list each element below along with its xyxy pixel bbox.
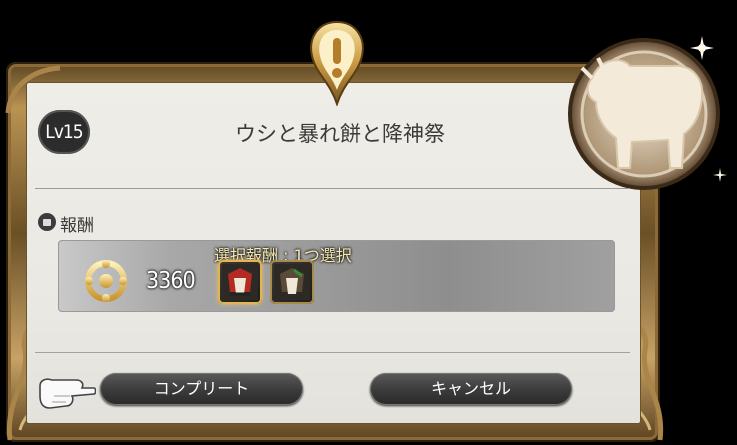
armor-item-icon xyxy=(274,264,310,300)
gil-amount: 3360 xyxy=(146,268,196,294)
armor-item-icon xyxy=(222,264,258,300)
reward-item-2[interactable] xyxy=(270,260,314,304)
rewards-label: 報酬 xyxy=(60,216,94,236)
level-badge: Lv15 xyxy=(38,110,90,154)
quest-title: ウシと暴れ餅と降神祭 xyxy=(235,122,445,146)
cow-icon xyxy=(568,36,727,190)
exclamation-quest-icon xyxy=(310,20,364,106)
reward-bag-icon xyxy=(38,213,56,231)
gil-icon xyxy=(85,260,127,302)
complete-button[interactable]: コンプリート xyxy=(100,373,303,405)
bottom-divider xyxy=(35,352,630,353)
cancel-button[interactable]: キャンセル xyxy=(370,373,572,405)
reward-item-1[interactable] xyxy=(218,260,262,304)
pointing-hand-cursor-icon xyxy=(39,378,96,409)
title-divider xyxy=(35,188,630,189)
